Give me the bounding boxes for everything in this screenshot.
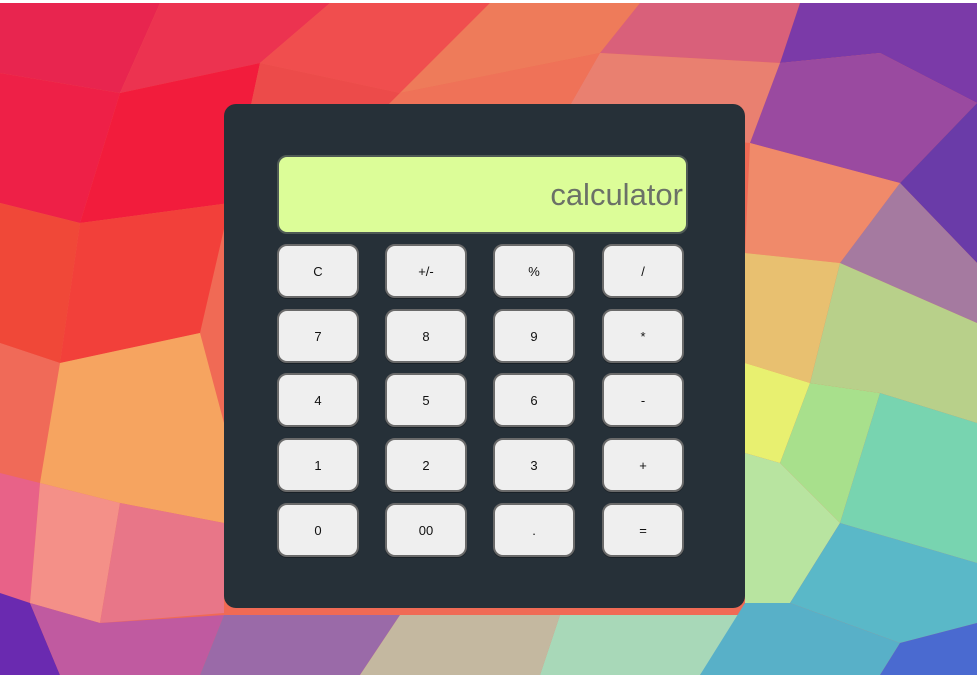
negate-button[interactable]: +/- <box>385 244 467 298</box>
digit-8-button[interactable]: 8 <box>385 309 467 363</box>
double-zero-button[interactable]: 00 <box>385 503 467 557</box>
percent-button[interactable]: % <box>493 244 575 298</box>
digit-0-button[interactable]: 0 <box>277 503 359 557</box>
multiply-button[interactable]: * <box>602 309 684 363</box>
digit-1-button[interactable]: 1 <box>277 438 359 492</box>
decimal-point-button[interactable]: . <box>493 503 575 557</box>
digit-3-button[interactable]: 3 <box>493 438 575 492</box>
subtract-button[interactable]: - <box>602 373 684 427</box>
digit-2-button[interactable]: 2 <box>385 438 467 492</box>
digit-6-button[interactable]: 6 <box>493 373 575 427</box>
calculator-display: calculator <box>277 155 688 234</box>
digit-4-button[interactable]: 4 <box>277 373 359 427</box>
clear-button[interactable]: C <box>277 244 359 298</box>
digit-5-button[interactable]: 5 <box>385 373 467 427</box>
divide-button[interactable]: / <box>602 244 684 298</box>
add-button[interactable]: + <box>602 438 684 492</box>
digit-9-button[interactable]: 9 <box>493 309 575 363</box>
equals-button[interactable]: = <box>602 503 684 557</box>
calculator-panel: calculator C +/- % / 7 8 9 * 4 5 6 - 1 2… <box>224 104 745 608</box>
digit-7-button[interactable]: 7 <box>277 309 359 363</box>
